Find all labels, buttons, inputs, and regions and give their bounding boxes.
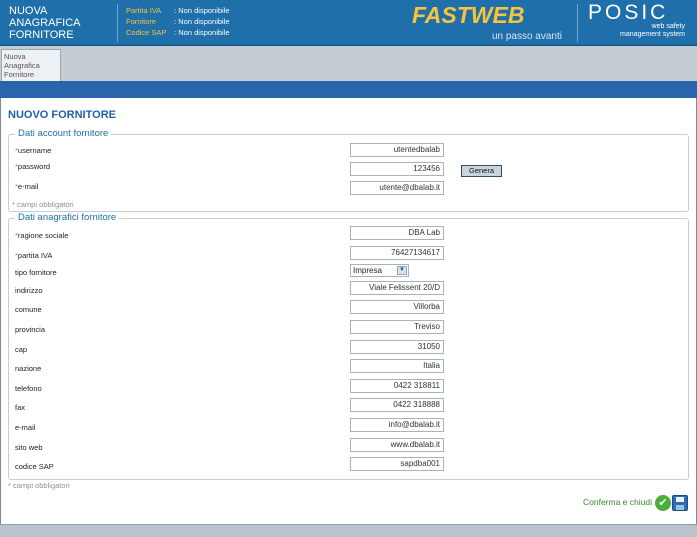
confirm-close-link[interactable]: Conferma e chiudi [583,497,652,507]
supplier-data-legend: Dati anagrafici fornitore [15,212,120,223]
brand-name: FASTWEB [412,2,525,28]
codice-sap-label: codice SAP [15,462,54,471]
posic-logo: POSIC [588,1,669,24]
email-label: *e-mail [15,182,38,191]
info-label: Codice SAP [126,28,167,37]
brand-divider [577,4,578,42]
toolbar-bar [0,81,697,98]
email-input[interactable]: utente@dbalab.it [350,181,444,195]
posic-tagline-1: web safety [651,23,685,30]
fax-input[interactable]: 0422 318888 [350,398,444,412]
email-label-text: e-mail [17,182,39,191]
provincia-input[interactable]: Treviso [350,320,444,334]
cap-label: cap [15,345,28,354]
supplier-data-fieldset: Dati anagrafici fornitore [8,212,689,480]
required-note: * campi obbligatori [12,200,74,209]
password-label-text: password [17,162,51,171]
floppy-shutter [676,505,684,510]
telefono-label: telefono [15,384,42,393]
info-label: Partita IVA [126,6,162,15]
partita-iva-label-text: partita IVA [17,251,53,260]
info-row-vat: Partita IVA : Non disponibile [126,5,230,16]
generate-button[interactable]: Genera [461,165,502,177]
username-label: *username [15,146,51,155]
comune-input[interactable]: Villorba [350,300,444,314]
brand-tagline: un passo avanti [491,31,562,42]
tab-nuova-anagrafica[interactable]: Nuova Anagrafica Fornitore [1,49,61,81]
codice-sap-input[interactable]: sapdba001 [350,457,444,471]
password-label: *password [15,162,50,171]
app-header: NUOVA ANAGRAFICA FORNITORE Partita IVA :… [0,0,697,46]
app-title-line-2: ANAGRAFICA [9,17,81,29]
nazione-input[interactable]: Italia [350,359,444,373]
indirizzo-input[interactable]: Viale Felissent 20/D [350,281,444,295]
account-legend: Dati account fornitore [15,128,112,139]
floppy-disk-icon[interactable] [672,495,688,511]
provincia-label: provincia [15,325,46,334]
app-title: NUOVA ANAGRAFICA FORNITORE [9,5,81,41]
footer-bar [0,524,697,537]
partita-iva-label: *partita IVA [15,251,52,260]
app-title-line-1: NUOVA [9,5,48,17]
telefono-input[interactable]: 0422 318811 [350,379,444,393]
check-circle-icon[interactable]: ✔ [655,495,671,511]
ragione-sociale-input[interactable]: DBA Lab [350,226,444,240]
sito-web-label: sito web [15,443,43,452]
fastweb-logo: FASTWEB un passo avanti [412,2,562,44]
nazione-label: nazione [15,364,42,373]
tipo-fornitore-value: Impresa [353,266,382,275]
app-title-line-3: FORNITORE [9,29,74,41]
info-row-sap: Codice SAP : Non disponibile [126,27,230,38]
partita-iva-input[interactable]: 76427134617 [350,246,444,260]
floppy-label-area [676,497,684,502]
info-row-supplier: Fornitore : Non disponibile [126,16,230,27]
ragione-sociale-label: *ragione sociale [15,231,68,240]
username-label-text: username [17,146,52,155]
page-title: NUOVO FORNITORE [8,109,116,121]
username-input[interactable]: utentedbalab [350,143,444,157]
password-input[interactable]: 123456 [350,162,444,176]
cap-input[interactable]: 31050 [350,340,444,354]
indirizzo-label: indirizzo [15,286,43,295]
comune-label: comune [15,305,42,314]
tab-strip: Nuova Anagrafica Fornitore [0,46,697,81]
header-divider [117,4,118,42]
email-anagrafica-input[interactable]: info@dbalab.it [350,418,444,432]
sito-web-input[interactable]: www.dbalab.it [350,438,444,452]
tipo-fornitore-label: tipo fornitore [15,268,57,277]
info-value: : Non disponibile [174,6,230,15]
posic-tagline-2: management system [620,31,685,38]
required-note-bottom: * campi obbligatori [8,481,70,490]
account-fieldset: Dati account fornitore [8,128,689,212]
supplier-info: Partita IVA : Non disponibile Fornitore … [126,5,230,38]
info-value: : Non disponibile [174,28,230,37]
info-value: : Non disponibile [174,17,230,26]
fax-label: fax [15,403,26,412]
ragione-sociale-label-text: ragione sociale [17,231,69,240]
tipo-fornitore-select[interactable]: Impresa ▼ [350,264,409,277]
email-anagrafica-label: e-mail [15,423,36,432]
posic-tagline: web safety management system [620,23,685,39]
chevron-down-icon[interactable]: ▼ [397,266,407,275]
info-label: Fornitore [126,17,157,26]
